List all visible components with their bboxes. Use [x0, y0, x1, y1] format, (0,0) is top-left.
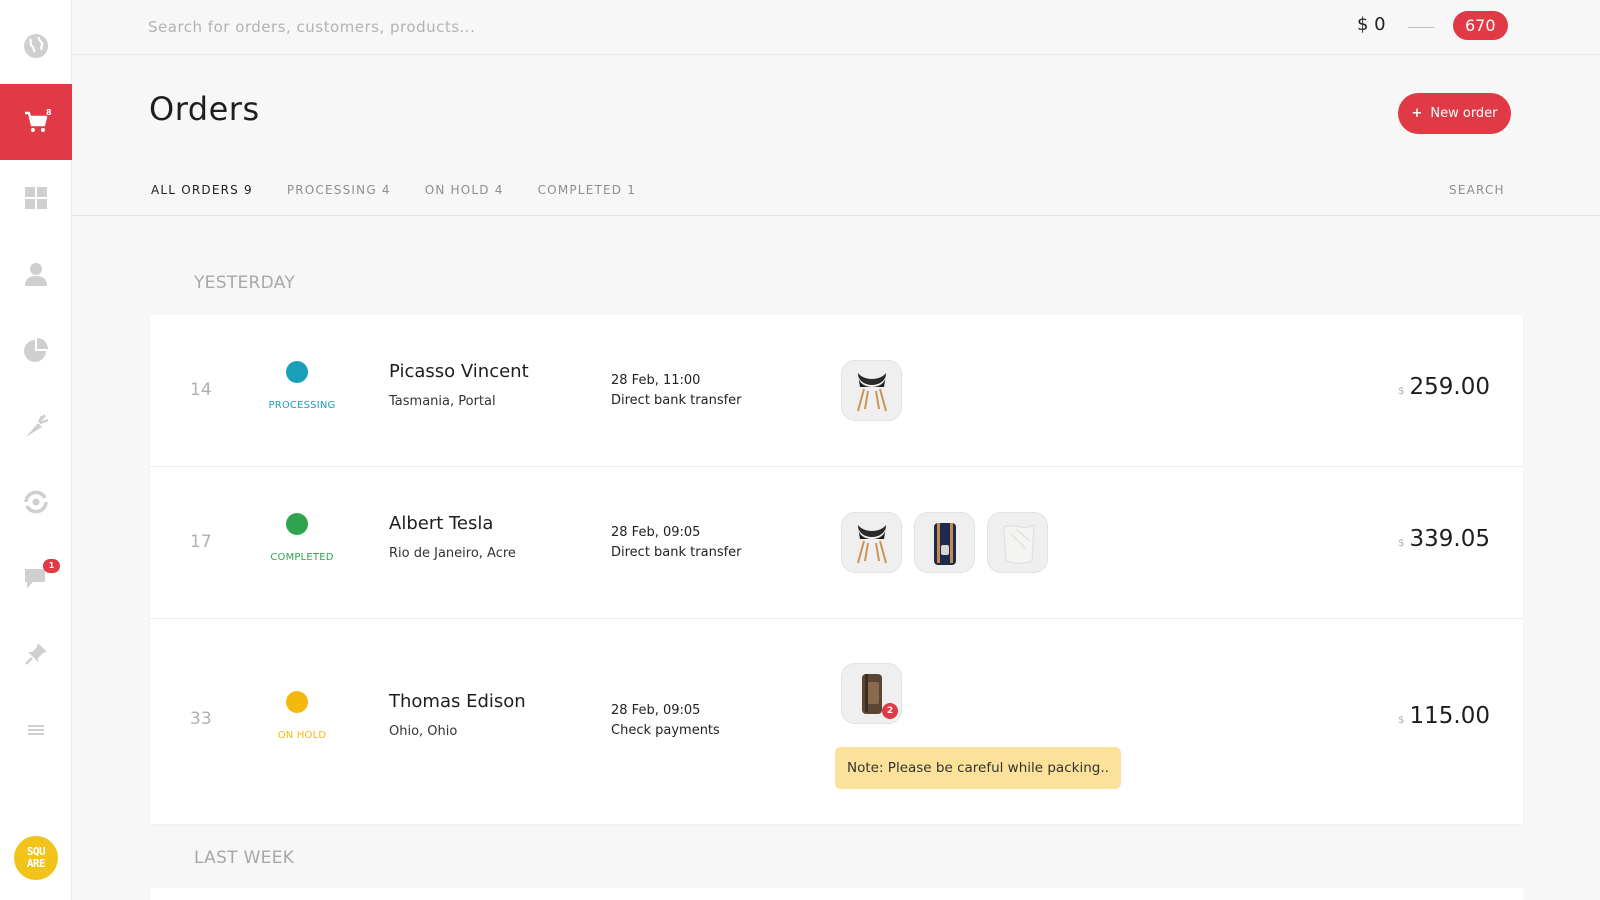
messages-count-badge: 1	[43, 559, 60, 573]
product-thumbnail[interactable]	[987, 512, 1048, 573]
sidebar-item-pinned[interactable]	[0, 616, 72, 692]
order-date: 28 Feb, 09:05	[611, 703, 701, 718]
pie-chart-icon	[24, 338, 48, 362]
currency-symbol: $	[1398, 715, 1405, 726]
product-thumbnails	[841, 512, 1048, 573]
chair-icon	[856, 372, 887, 411]
product-thumbnail[interactable]	[914, 512, 975, 573]
customer-name[interactable]: Thomas Edison	[389, 691, 526, 712]
order-filter-tabs: ALL ORDERS 9 PROCESSING 4 ON HOLD 4 COMP…	[151, 183, 636, 197]
tab-on-hold[interactable]: ON HOLD 4	[425, 183, 504, 197]
topbar: $ 0 670	[72, 0, 1600, 55]
sidebar: 8 1 SQU ARE	[0, 0, 72, 900]
sidebar-item-messages[interactable]	[0, 540, 72, 616]
search-input[interactable]	[148, 14, 748, 40]
order-total: $ 115.00	[1398, 703, 1490, 729]
currency-symbol: $	[1398, 386, 1405, 397]
status-dot-processing	[286, 361, 308, 383]
plus-icon: +	[1411, 106, 1423, 121]
sidebar-item-menu[interactable]	[0, 692, 72, 768]
sidebar-item-orders[interactable]: 8	[0, 84, 72, 160]
customer-name[interactable]: Picasso Vincent	[389, 361, 529, 382]
sidebar-item-customers[interactable]	[0, 236, 72, 312]
pin-icon	[25, 643, 47, 665]
tab-search-button[interactable]: SEARCH	[1449, 183, 1505, 197]
tab-processing[interactable]: PROCESSING 4	[287, 183, 391, 197]
orders-count-badge: 8	[46, 108, 52, 117]
page-title: Orders	[149, 90, 260, 128]
tabs-divider	[72, 215, 1600, 216]
brand-logo[interactable]: SQU ARE	[14, 836, 58, 880]
product-thumbnails: 2	[841, 663, 902, 724]
sidebar-item-globe[interactable]	[0, 8, 72, 84]
customer-name[interactable]: Albert Tesla	[389, 513, 493, 534]
product-thumbnails	[841, 360, 902, 421]
globe-icon	[24, 34, 48, 58]
points-badge[interactable]: 670	[1453, 11, 1508, 40]
quantity-badge: 2	[882, 703, 898, 719]
sidebar-item-dashboard[interactable]	[0, 160, 72, 236]
group-label-last-week: LAST WEEK	[194, 848, 295, 868]
balance-divider	[1408, 27, 1434, 28]
order-amount: 339.05	[1409, 526, 1490, 552]
order-date: 28 Feb, 11:00	[611, 373, 701, 388]
customer-location: Ohio, Ohio	[389, 724, 458, 739]
status-dot-on-hold	[286, 691, 308, 713]
balance-display: $ 0	[1357, 14, 1386, 35]
status-label: PROCESSING	[268, 400, 336, 411]
product-thumbnail[interactable]	[841, 512, 902, 573]
product-thumbnail[interactable]: 2	[841, 663, 902, 724]
group-label-yesterday: YESTERDAY	[194, 273, 296, 293]
order-row[interactable]: 17 COMPLETED Albert Tesla Rio de Janeiro…	[150, 467, 1523, 619]
orders-list-last-week	[150, 888, 1523, 900]
order-amount: 259.00	[1409, 374, 1490, 400]
paper-bag-icon	[1002, 523, 1035, 564]
customer-location: Tasmania, Portal	[389, 394, 496, 409]
grid-icon	[25, 187, 47, 209]
tab-completed[interactable]: COMPLETED 1	[538, 183, 636, 197]
status-dot-completed	[286, 513, 308, 535]
status-label: ON HOLD	[277, 730, 327, 741]
status-label: COMPLETED	[270, 552, 334, 563]
orders-list-yesterday: 14 PROCESSING Picasso Vincent Tasmania, …	[150, 315, 1523, 824]
order-number: 14	[190, 380, 212, 400]
tab-all-orders[interactable]: ALL ORDERS 9	[151, 183, 253, 197]
order-row[interactable]: 14 PROCESSING Picasso Vincent Tasmania, …	[150, 315, 1523, 467]
new-order-button[interactable]: + New order	[1398, 93, 1511, 134]
sidebar-item-reports[interactable]	[0, 312, 72, 388]
order-number: 33	[190, 709, 212, 729]
order-note: Note: Please be careful while packing..	[835, 747, 1121, 789]
chair-icon	[856, 524, 887, 563]
sidebar-item-products[interactable]	[0, 388, 72, 464]
new-order-label: New order	[1430, 106, 1498, 121]
order-number: 17	[190, 532, 212, 552]
sync-icon	[24, 490, 48, 514]
logo-line-2: ARE	[26, 857, 46, 870]
sidebar-item-integrations[interactable]	[0, 464, 72, 540]
payment-method: Check payments	[611, 723, 720, 738]
customer-location: Rio de Janeiro, Acre	[389, 546, 516, 561]
payment-method: Direct bank transfer	[611, 393, 742, 408]
backpack-icon	[933, 522, 956, 565]
order-amount: 115.00	[1409, 703, 1490, 729]
payment-method: Direct bank transfer	[611, 545, 742, 560]
product-thumbnail[interactable]	[841, 360, 902, 421]
currency-symbol: $	[1398, 538, 1405, 549]
order-total: $ 259.00	[1398, 374, 1490, 400]
order-row[interactable]: 33 ON HOLD Thomas Edison Ohio, Ohio 28 F…	[150, 619, 1523, 824]
order-date: 28 Feb, 09:05	[611, 525, 701, 540]
order-total: $ 339.05	[1398, 526, 1490, 552]
carrot-icon	[26, 414, 49, 437]
menu-icon	[28, 725, 44, 735]
user-icon	[25, 263, 47, 286]
